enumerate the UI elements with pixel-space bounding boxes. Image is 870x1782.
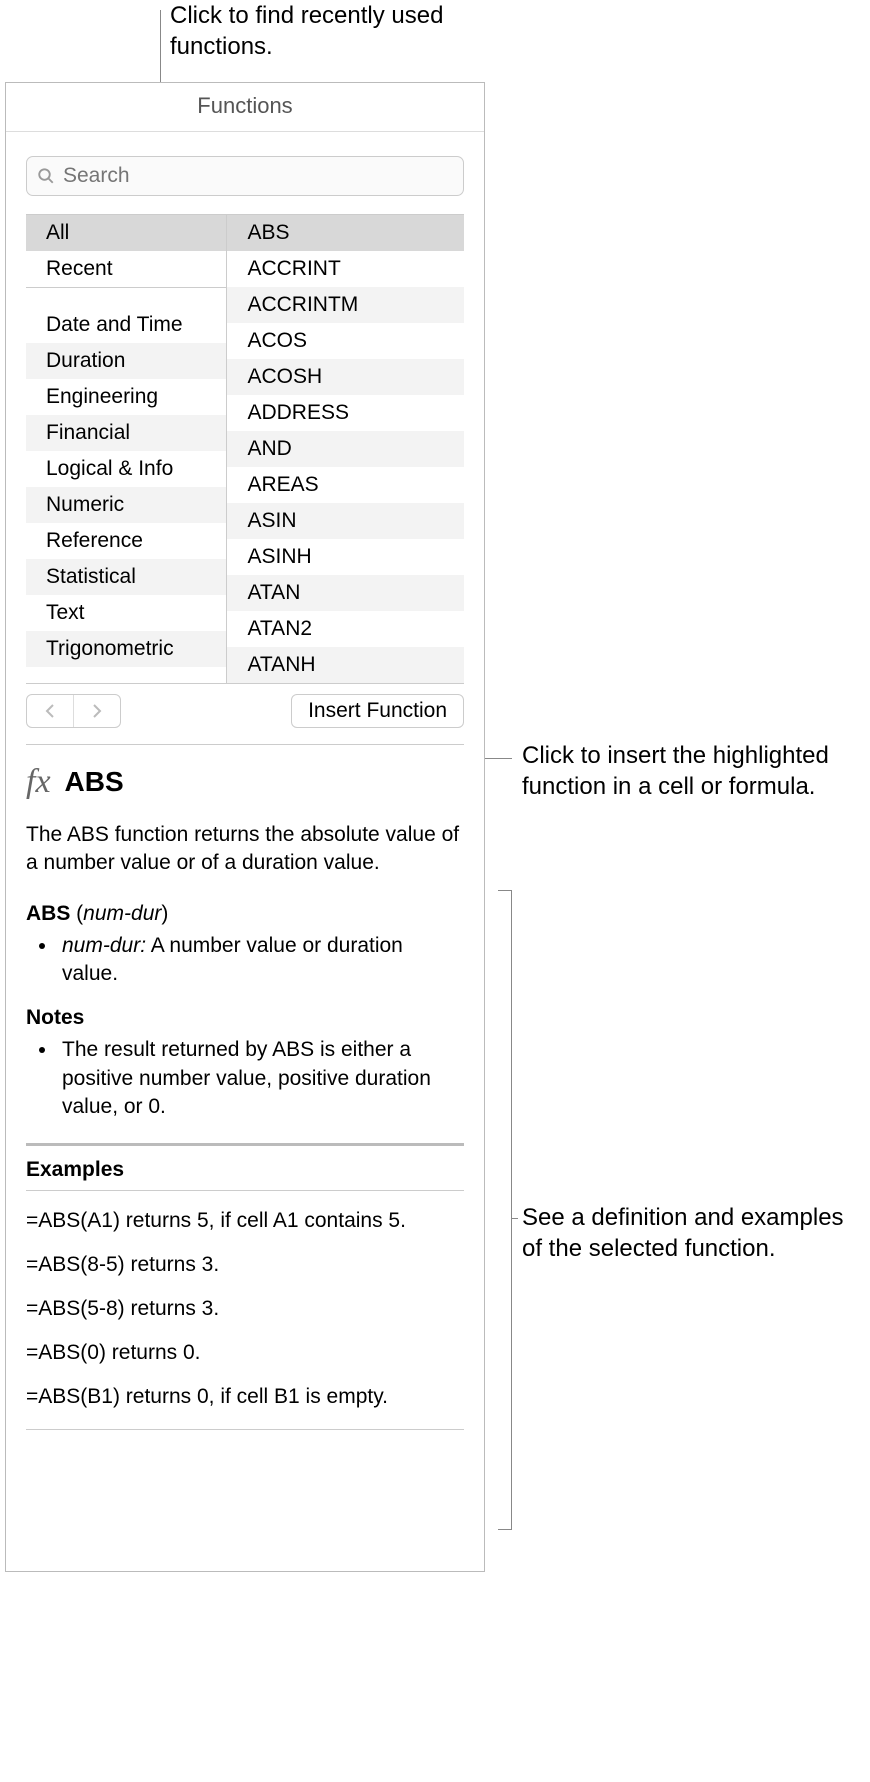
category-logical-info[interactable]: Logical & Info xyxy=(26,451,226,487)
function-accrint[interactable]: ACCRINT xyxy=(227,251,464,287)
function-areas[interactable]: AREAS xyxy=(227,467,464,503)
function-accrintm[interactable]: ACCRINTM xyxy=(227,287,464,323)
function-asin[interactable]: ASIN xyxy=(227,503,464,539)
category-duration[interactable]: Duration xyxy=(26,343,226,379)
category-date-time[interactable]: Date and Time xyxy=(26,307,226,343)
callout-detail-bracket xyxy=(498,890,512,1530)
lists-container: All Recent Date and Time Duration Engine… xyxy=(26,214,464,684)
category-separator xyxy=(26,287,226,307)
example-item: =ABS(B1) returns 0, if cell B1 is empty. xyxy=(26,1385,464,1409)
argument-item: num-dur: A number value or duration valu… xyxy=(58,932,464,989)
example-item: =ABS(A1) returns 5, if cell A1 contains … xyxy=(26,1209,464,1233)
category-list[interactable]: All Recent Date and Time Duration Engine… xyxy=(26,215,227,683)
nav-back-button[interactable] xyxy=(27,695,73,727)
function-header: fx ABS xyxy=(26,763,464,801)
example-item: =ABS(8-5) returns 3. xyxy=(26,1253,464,1277)
category-financial[interactable]: Financial xyxy=(26,415,226,451)
category-reference[interactable]: Reference xyxy=(26,523,226,559)
function-acosh[interactable]: ACOSH xyxy=(227,359,464,395)
examples-divider-bottom xyxy=(26,1429,464,1430)
examples-separator xyxy=(26,1190,464,1191)
function-acos[interactable]: ACOS xyxy=(227,323,464,359)
notes-list: The result returned by ABS is either a p… xyxy=(26,1036,464,1121)
function-asinh[interactable]: ASINH xyxy=(227,539,464,575)
function-and[interactable]: AND xyxy=(227,431,464,467)
argument-name: num-dur: xyxy=(62,934,146,957)
examples-divider-top xyxy=(26,1143,464,1146)
function-name: ABS xyxy=(65,766,124,798)
argument-list: num-dur: A number value or duration valu… xyxy=(26,932,464,989)
detail-divider xyxy=(26,744,464,745)
functions-panel: Functions All Recent Date and Time Durat… xyxy=(5,82,485,1572)
example-item: =ABS(5-8) returns 3. xyxy=(26,1297,464,1321)
function-description: The ABS function returns the absolute va… xyxy=(26,821,464,878)
function-atan[interactable]: ATAN xyxy=(227,575,464,611)
notes-heading: Notes xyxy=(26,1006,464,1030)
syntax-name: ABS xyxy=(26,902,70,925)
callout-detail-tick xyxy=(512,1218,518,1219)
category-recent[interactable]: Recent xyxy=(26,251,226,287)
category-all[interactable]: All xyxy=(26,215,226,251)
nav-buttons xyxy=(26,694,121,728)
callout-recent: Click to find recently used functions. xyxy=(170,0,500,62)
category-trigonometric[interactable]: Trigonometric xyxy=(26,631,226,667)
function-atan2[interactable]: ATAN2 xyxy=(227,611,464,647)
callout-detail: See a definition and examples of the sel… xyxy=(522,1202,852,1264)
toolbar: Insert Function xyxy=(6,684,484,744)
insert-function-button[interactable]: Insert Function xyxy=(291,694,464,728)
fx-icon: fx xyxy=(26,763,51,801)
function-list[interactable]: ABS ACCRINT ACCRINTM ACOS ACOSH ADDRESS … xyxy=(227,215,464,683)
search-input[interactable] xyxy=(63,164,453,188)
examples-heading: Examples xyxy=(26,1158,464,1182)
function-detail: fx ABS The ABS function returns the abso… xyxy=(6,744,484,1450)
category-engineering[interactable]: Engineering xyxy=(26,379,226,415)
nav-forward-button[interactable] xyxy=(74,695,120,727)
search-icon xyxy=(37,167,55,185)
function-syntax: ABS (num-dur) xyxy=(26,902,464,926)
panel-title: Functions xyxy=(6,83,484,132)
category-numeric[interactable]: Numeric xyxy=(26,487,226,523)
search-wrap xyxy=(6,132,484,214)
callout-insert: Click to insert the highlighted function… xyxy=(522,740,852,802)
syntax-args: num-dur xyxy=(83,902,161,925)
chevron-left-icon xyxy=(44,703,56,719)
note-item: The result returned by ABS is either a p… xyxy=(58,1036,464,1121)
function-address[interactable]: ADDRESS xyxy=(227,395,464,431)
chevron-right-icon xyxy=(91,703,103,719)
function-atanh[interactable]: ATANH xyxy=(227,647,464,683)
category-text[interactable]: Text xyxy=(26,595,226,631)
example-item: =ABS(0) returns 0. xyxy=(26,1341,464,1365)
function-abs[interactable]: ABS xyxy=(227,215,464,251)
search-box[interactable] xyxy=(26,156,464,196)
category-statistical[interactable]: Statistical xyxy=(26,559,226,595)
